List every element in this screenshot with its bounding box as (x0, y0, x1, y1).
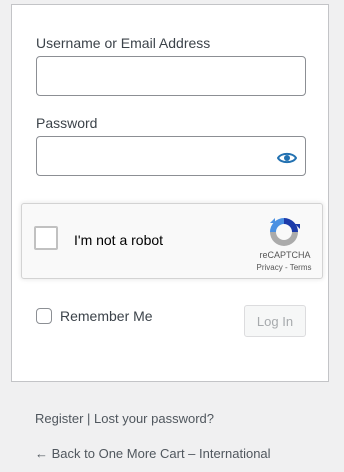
login-button[interactable]: Log In (244, 305, 306, 337)
recaptcha-privacy-link[interactable]: Privacy (257, 263, 283, 272)
recaptcha-brand: reCAPTCHA (259, 250, 311, 260)
recaptcha-links: Privacy - Terms (248, 263, 320, 272)
recaptcha-terms-link[interactable]: Terms (290, 263, 312, 272)
nav-separator: | (83, 411, 95, 426)
back-to-site-link[interactable]: ← Back to One More Cart – International (35, 446, 271, 461)
recaptcha-logo-icon (270, 218, 300, 246)
username-input[interactable] (36, 56, 306, 96)
password-label: Password (36, 115, 98, 131)
remember-me: Remember Me (36, 308, 153, 324)
lost-password-link[interactable]: Lost your password? (94, 411, 214, 426)
register-link[interactable]: Register (35, 411, 83, 426)
eye-icon (277, 152, 297, 164)
show-password-button[interactable] (274, 146, 300, 170)
recaptcha-label: I'm not a robot (74, 232, 164, 248)
remember-me-label[interactable]: Remember Me (60, 308, 153, 324)
recaptcha-links-separator: - (282, 263, 290, 272)
username-label: Username or Email Address (36, 35, 211, 51)
recaptcha-checkbox[interactable] (34, 226, 58, 250)
login-form: Username or Email Address Password I'm n… (11, 4, 329, 382)
remember-me-checkbox[interactable] (36, 308, 52, 324)
password-input[interactable] (36, 136, 306, 176)
recaptcha-widget: I'm not a robot reCAPTCHA Privacy - Term… (21, 203, 323, 279)
nav-links: Register | Lost your password? (35, 411, 214, 426)
